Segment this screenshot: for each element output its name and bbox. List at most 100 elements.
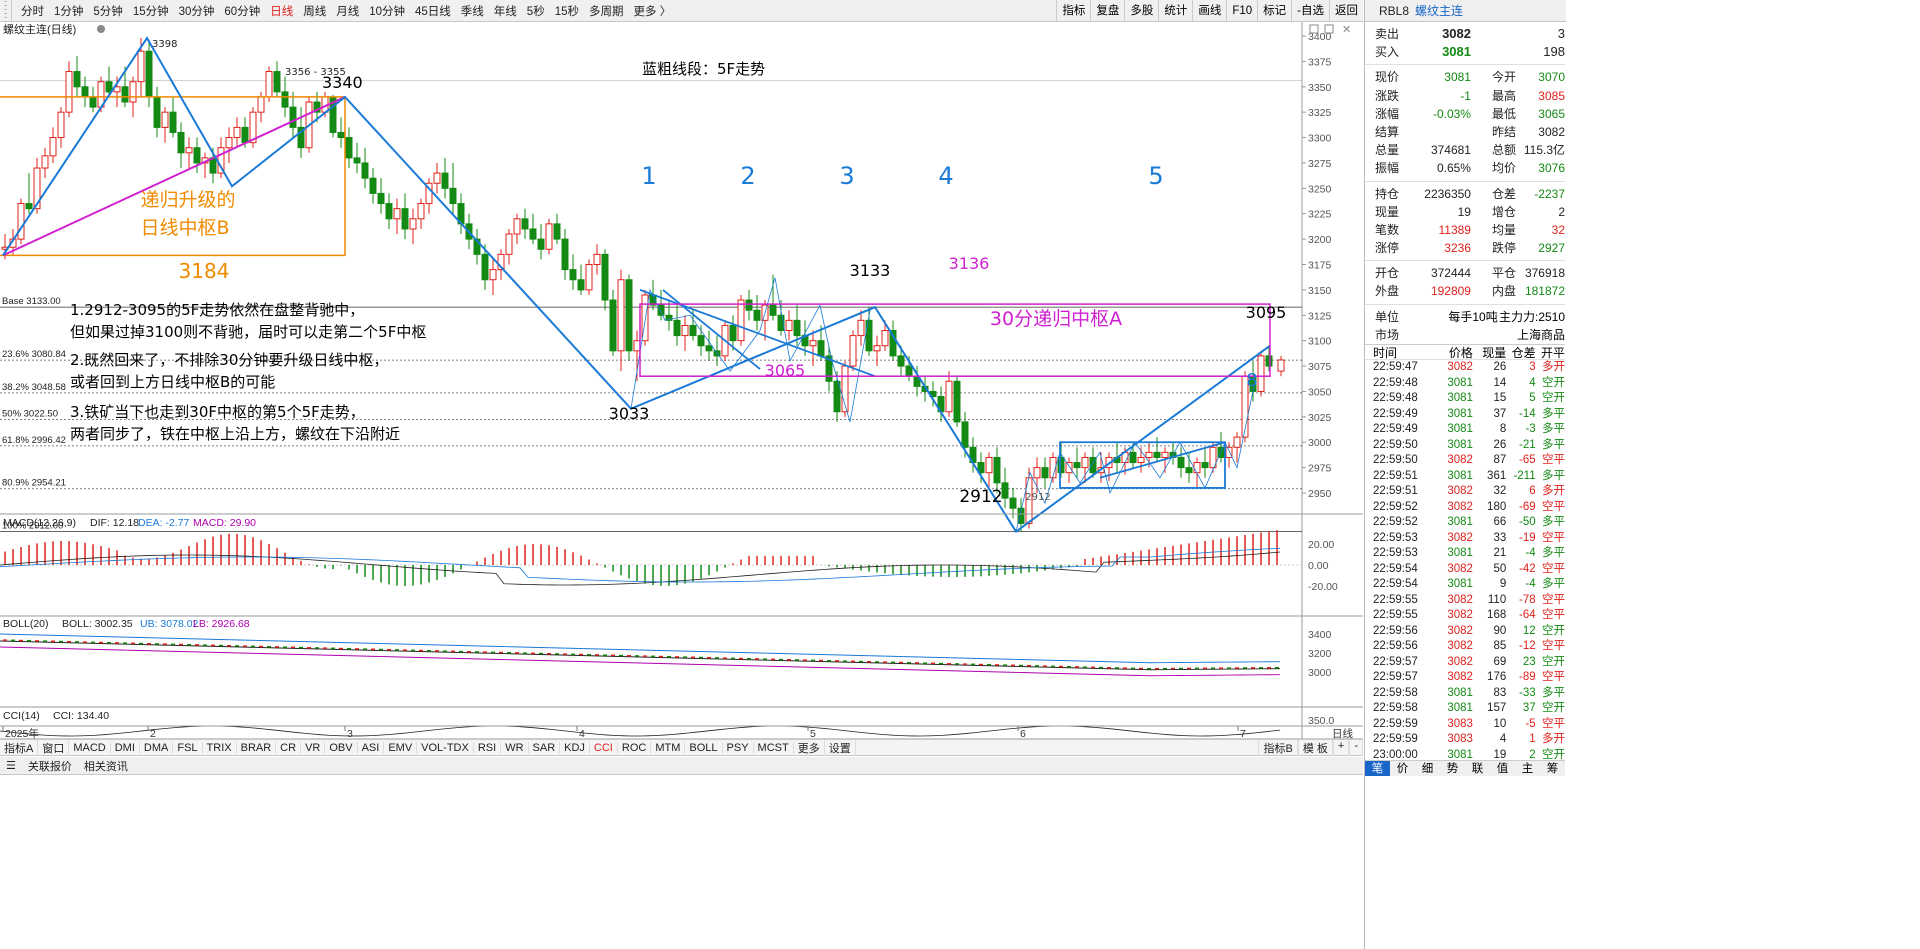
tool-button-0[interactable]: 指标 bbox=[1056, 0, 1090, 22]
toolbar-grip[interactable] bbox=[0, 0, 12, 22]
tool-button-8[interactable]: 返回 bbox=[1329, 0, 1363, 22]
panel-tab-0[interactable]: 笔 bbox=[1365, 761, 1390, 776]
indicator-tab-23[interactable]: MCST bbox=[754, 741, 794, 754]
tool-button-1[interactable]: 复盘 bbox=[1090, 0, 1124, 22]
indicator-tab-18[interactable]: CCI bbox=[590, 741, 618, 754]
contract-name[interactable]: 螺纹主连 bbox=[1415, 2, 1463, 19]
sell-row: 卖出 3082 3 bbox=[1365, 25, 1565, 43]
period-0[interactable]: 分时 bbox=[16, 3, 49, 19]
indicator-tab-13[interactable]: VOL-TDX bbox=[417, 741, 474, 754]
panel-tab-5[interactable]: 值 bbox=[1490, 761, 1515, 776]
stat-label: 外盘 bbox=[1375, 284, 1400, 299]
indicator-tab-0[interactable]: 指标A bbox=[0, 739, 39, 756]
panel-tab-2[interactable]: 细 bbox=[1415, 761, 1440, 776]
boll-tick: 3000 bbox=[1308, 667, 1332, 679]
indicator-tab-5[interactable]: FSL bbox=[173, 741, 203, 754]
period-6[interactable]: 日线 bbox=[265, 3, 298, 19]
trade-row: 22:59:57 3082 69 23 空开 bbox=[1365, 655, 1565, 671]
period-2[interactable]: 5分钟 bbox=[88, 3, 127, 19]
trade-cell: -3 bbox=[1525, 423, 1536, 435]
period-5[interactable]: 60分钟 bbox=[219, 3, 265, 19]
kline-chart-svg[interactable]: 3400337533503325330032753250322532003175… bbox=[0, 22, 1363, 739]
indicator-tab-9[interactable]: VR bbox=[301, 741, 326, 754]
panel-tab-6[interactable]: 主 bbox=[1515, 761, 1540, 776]
candle-body bbox=[241, 126, 249, 144]
period-12[interactable]: 年线 bbox=[489, 3, 522, 19]
menu-icon[interactable]: ☰ bbox=[0, 759, 22, 772]
indicator-right-3[interactable]: - bbox=[1349, 739, 1363, 756]
price-tick-label: 3025 bbox=[1308, 412, 1332, 424]
indicator-tab-19[interactable]: ROC bbox=[618, 741, 652, 754]
panel-tab-1[interactable]: 价 bbox=[1390, 761, 1415, 776]
stat-label: 涨停 bbox=[1375, 241, 1400, 256]
indicator-tab-21[interactable]: BOLL bbox=[685, 741, 723, 754]
tool-button-3[interactable]: 统计 bbox=[1158, 0, 1192, 22]
annotation-note1b: 但如果过掉3100则不背驰，届时可以走第二个5F中枢 bbox=[70, 323, 426, 341]
period-3[interactable]: 15分钟 bbox=[128, 3, 174, 19]
indicator-tab-1[interactable]: 窗口 bbox=[38, 739, 70, 756]
trade-row: 22:59:51 3082 32 6 多开 bbox=[1365, 484, 1565, 500]
trade-row: 22:59:50 3082 87 -65 空平 bbox=[1365, 453, 1565, 469]
indicator-tab-12[interactable]: EMV bbox=[384, 741, 418, 754]
panel-tab-7[interactable]: 筹 bbox=[1540, 761, 1565, 776]
annotation-p3340: 3340 bbox=[322, 73, 363, 92]
trade-row: 22:59:51 3081 361 -211 多平 bbox=[1365, 469, 1565, 485]
indicator-tab-16[interactable]: SAR bbox=[529, 741, 561, 754]
indicator-right-2[interactable]: + bbox=[1332, 739, 1350, 756]
candle-body bbox=[49, 137, 57, 157]
tool-button-5[interactable]: F10 bbox=[1226, 0, 1257, 22]
close-icon[interactable]: ✕ bbox=[1342, 24, 1351, 36]
indicator-tab-4[interactable]: DMA bbox=[140, 741, 174, 754]
period-16[interactable]: 更多 〉 bbox=[629, 3, 677, 19]
indicator-tab-25[interactable]: 设置 bbox=[825, 739, 856, 756]
indicator-right-1[interactable]: 模 板 bbox=[1297, 739, 1333, 756]
period-13[interactable]: 5秒 bbox=[522, 3, 550, 19]
contract-code: RBL8 bbox=[1379, 3, 1410, 18]
bottom-tab-1[interactable]: 相关资讯 bbox=[78, 758, 134, 774]
trade-cell: 12 bbox=[1522, 624, 1536, 637]
trade-cell: 3082 bbox=[1447, 655, 1473, 668]
stat-value: 3082 bbox=[1538, 124, 1565, 139]
indicator-tab-10[interactable]: OBV bbox=[325, 741, 358, 754]
indicator-right-0[interactable]: 指标B bbox=[1258, 739, 1298, 756]
trade-row: 22:59:48 3081 15 5 空开 bbox=[1365, 391, 1565, 407]
panel-tab-3[interactable]: 势 bbox=[1440, 761, 1465, 776]
trade-cell: -211 bbox=[1513, 469, 1536, 482]
indicator-tab-2[interactable]: MACD bbox=[69, 741, 111, 754]
settings-icon[interactable] bbox=[97, 25, 105, 33]
period-15[interactable]: 多周期 bbox=[584, 3, 629, 19]
trade-cell: 3081 bbox=[1447, 547, 1473, 559]
tool-button-2[interactable]: 多股 bbox=[1124, 0, 1158, 22]
bottom-tab-0[interactable]: 关联报价 bbox=[22, 758, 78, 774]
period-11[interactable]: 季线 bbox=[456, 3, 489, 19]
period-14[interactable]: 15秒 bbox=[550, 3, 584, 19]
trade-cell: -78 bbox=[1519, 593, 1536, 606]
indicator-tab-11[interactable]: ASI bbox=[358, 741, 385, 754]
period-9[interactable]: 10分钟 bbox=[364, 3, 410, 19]
trade-cell: 3082 bbox=[1447, 485, 1473, 497]
period-4[interactable]: 30分钟 bbox=[174, 3, 220, 19]
indicator-tab-3[interactable]: DMI bbox=[111, 741, 140, 754]
indicator-tab-8[interactable]: CR bbox=[276, 741, 302, 754]
panel-tab-4[interactable]: 联 bbox=[1465, 761, 1490, 776]
indicator-tab-24[interactable]: 更多 bbox=[794, 739, 825, 756]
tool-button-4[interactable]: 画线 bbox=[1192, 0, 1226, 22]
indicator-tab-6[interactable]: TRIX bbox=[203, 741, 237, 754]
tool-button-6[interactable]: 标记 bbox=[1257, 0, 1291, 22]
trade-cell: 空开 bbox=[1542, 624, 1566, 637]
period-8[interactable]: 月线 bbox=[331, 3, 364, 19]
indicator-tab-7[interactable]: BRAR bbox=[237, 741, 277, 754]
indicator-tab-14[interactable]: RSI bbox=[474, 741, 502, 754]
buy-volume: 198 bbox=[1543, 44, 1565, 60]
indicator-tab-15[interactable]: WR bbox=[501, 741, 529, 754]
trade-cell: 空平 bbox=[1542, 609, 1566, 621]
tool-button-7[interactable]: -自选 bbox=[1291, 0, 1329, 22]
candle-body bbox=[1001, 482, 1009, 499]
period-7[interactable]: 周线 bbox=[298, 3, 331, 19]
indicator-tab-22[interactable]: PSY bbox=[723, 741, 754, 754]
indicator-tab-20[interactable]: MTM bbox=[651, 741, 686, 754]
period-10[interactable]: 45日线 bbox=[410, 3, 456, 19]
period-1[interactable]: 1分钟 bbox=[49, 3, 88, 19]
trade-cell: 168 bbox=[1487, 609, 1507, 621]
indicator-tab-17[interactable]: KDJ bbox=[560, 741, 590, 754]
